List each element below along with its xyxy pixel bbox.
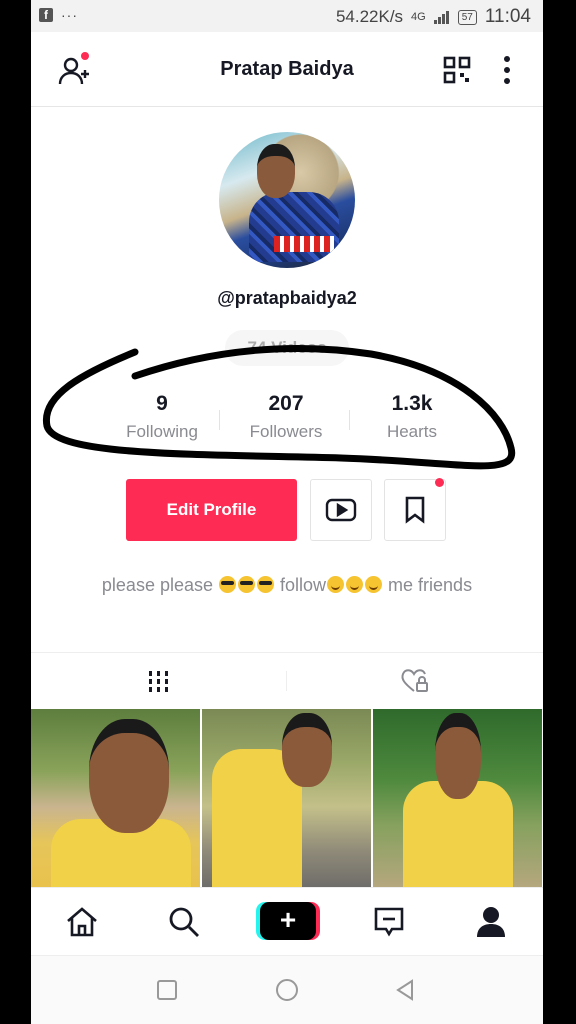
smile-emoji-icon [327, 576, 345, 593]
youtube-link-button[interactable] [310, 479, 372, 541]
stat-followers[interactable]: 207 Followers [216, 392, 356, 442]
status-bar: f ··· 54.22K/s 4G 57 11:04 [31, 0, 543, 32]
bio-part-1: please please [101, 575, 218, 595]
inbox-icon [374, 907, 404, 937]
profile-header: Pratap Baidya [31, 32, 543, 107]
bio-part-2: follow [275, 575, 327, 595]
edit-profile-button[interactable]: Edit Profile [126, 479, 297, 541]
search-icon [169, 907, 199, 937]
nav-inbox[interactable] [371, 904, 407, 940]
stat-following[interactable]: 9 Following [92, 392, 232, 442]
followers-label: Followers [249, 422, 323, 441]
grid-icon [149, 671, 168, 692]
sunglasses-emoji-icon [219, 576, 236, 593]
qr-code-icon[interactable] [443, 56, 471, 84]
network-speed: 54.22K/s [335, 7, 404, 26]
thumbnail-face [89, 719, 169, 833]
bookmark-icon [405, 496, 425, 524]
status-left: f ··· [39, 7, 78, 23]
profile-icon [477, 907, 505, 937]
home-icon [67, 907, 97, 937]
avatar[interactable] [219, 132, 355, 268]
tab-liked[interactable] [287, 653, 543, 709]
battery-icon: 57 [457, 9, 477, 25]
nav-profile[interactable] [473, 904, 509, 940]
nav-home[interactable] [64, 904, 100, 940]
video-thumbnail[interactable] [202, 709, 371, 887]
favorites-notification-dot [435, 478, 444, 487]
hearts-count: 1.3k [391, 392, 433, 415]
smile-emoji-icon [365, 576, 383, 593]
thumbnail-face [282, 713, 332, 787]
clock: 11:04 [484, 6, 531, 27]
thumbnail-face [435, 713, 481, 799]
stat-hearts[interactable]: 1.3k Hearts [342, 392, 482, 442]
facebook-notification-icon: f [39, 8, 53, 22]
sunglasses-emoji-icon [257, 576, 274, 593]
following-count: 9 [156, 392, 168, 415]
username: @pratapbaidya2 [217, 288, 357, 308]
favorites-button[interactable] [384, 479, 446, 541]
bio-text: please please follow me friends [91, 574, 483, 597]
bottom-nav: + [31, 887, 543, 956]
signal-bars-icon [433, 11, 449, 24]
create-plus-icon[interactable]: + [260, 902, 316, 940]
following-label: Following [126, 422, 198, 441]
sunglasses-emoji-icon [238, 576, 255, 593]
bio-part-3: me friends [383, 575, 473, 595]
home-circle-icon[interactable] [275, 978, 299, 1002]
nav-discover[interactable] [166, 904, 202, 940]
notification-dots: ··· [61, 7, 78, 23]
smile-emoji-icon [346, 576, 364, 593]
liked-locked-icon [401, 669, 428, 692]
avatar-head [257, 144, 295, 198]
youtube-icon [325, 498, 357, 522]
phone-screen: f ··· 54.22K/s 4G 57 11:04 Pratap Baidya [31, 0, 543, 1024]
more-vertical-icon[interactable] [499, 54, 515, 86]
tab-videos[interactable] [31, 653, 287, 709]
content-tabs [31, 652, 543, 710]
status-right: 54.22K/s 4G 57 11:04 [336, 6, 531, 28]
back-icon[interactable] [393, 978, 417, 1002]
hearts-label: Hearts [386, 422, 438, 441]
signal-icon: 4G [411, 11, 426, 23]
followers-count: 207 [268, 392, 304, 415]
video-grid [31, 709, 543, 887]
recent-apps-icon[interactable] [155, 978, 179, 1002]
avatar-shorts [274, 236, 334, 252]
stats-row: 9 Following 207 Followers 1.3k Hearts [31, 392, 543, 452]
video-thumbnail[interactable] [373, 709, 542, 887]
system-nav-bar [31, 955, 543, 1024]
video-thumbnail[interactable] [31, 709, 200, 887]
videos-count: 74 Videos [225, 330, 349, 366]
